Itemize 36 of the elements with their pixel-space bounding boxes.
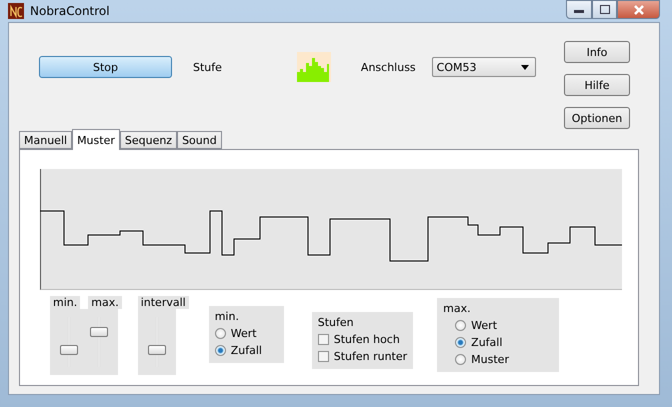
radio-option[interactable]: Zufall xyxy=(443,336,554,349)
slider-label: intervall xyxy=(138,296,189,309)
anschluss-label: Anschluss xyxy=(360,60,416,74)
checkbox-option[interactable]: Stufen hoch xyxy=(318,333,408,346)
group-title: Stufen xyxy=(318,316,355,329)
radio-option[interactable]: Muster xyxy=(443,353,554,366)
tab[interactable]: Sequenz xyxy=(120,131,178,149)
port-dropdown[interactable]: COM53 xyxy=(432,57,536,77)
group-title: max. xyxy=(443,302,472,315)
stufe-label: Stufe xyxy=(193,60,222,74)
close-button[interactable] xyxy=(617,0,660,19)
side-button[interactable]: Hilfe xyxy=(564,74,630,96)
slider-thumb[interactable] xyxy=(90,327,108,337)
maximize-icon xyxy=(600,5,610,14)
side-button[interactable]: Info xyxy=(564,41,630,63)
checkbox-option[interactable]: Stufen runter xyxy=(318,350,408,363)
minimize-button[interactable] xyxy=(566,0,592,19)
slider-label: min. xyxy=(50,296,80,309)
window-title: NobraControl xyxy=(30,4,110,18)
app-logo-icon xyxy=(8,3,24,19)
close-icon xyxy=(632,4,644,14)
radio-option[interactable]: Wert xyxy=(214,327,278,340)
radio-option[interactable]: Zufall xyxy=(214,344,278,357)
side-button[interactable]: Optionen xyxy=(564,107,630,129)
caret-icon xyxy=(520,64,529,70)
tab[interactable]: Manuell xyxy=(19,131,72,149)
slider-label: max. xyxy=(88,296,122,309)
tab[interactable]: Muster xyxy=(72,129,120,150)
maximize-button[interactable] xyxy=(592,0,617,19)
group-title: min. xyxy=(214,310,240,323)
stop-button[interactable]: Stop xyxy=(39,56,172,78)
slider-thumb[interactable] xyxy=(60,345,78,355)
slider-thumb[interactable] xyxy=(148,345,166,355)
radio-option[interactable]: Wert xyxy=(443,319,554,332)
level-meter-icon xyxy=(296,52,331,82)
tab[interactable]: Sound xyxy=(177,131,222,149)
